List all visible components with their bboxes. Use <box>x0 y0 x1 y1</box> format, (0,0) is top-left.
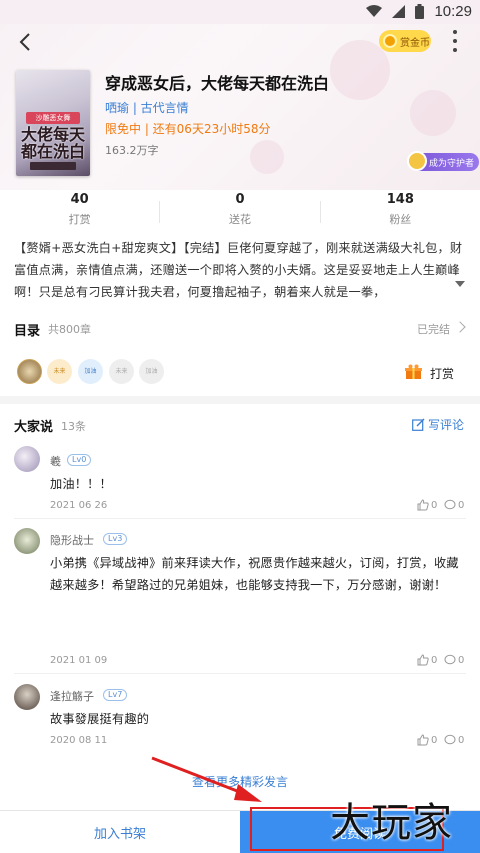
user-level-badge: Lv7 <box>103 689 128 701</box>
supporter-avatar[interactable] <box>17 359 42 384</box>
wifi-icon <box>366 5 383 17</box>
stat-value: 0 <box>235 192 245 207</box>
comment-bubble-icon <box>444 654 456 665</box>
reply-count: 0 <box>458 499 465 511</box>
book-stats: 40 打赏 0 送花 148 粉丝 <box>0 192 480 232</box>
expand-intro-icon[interactable] <box>455 281 465 287</box>
thumbs-up-icon <box>417 734 429 746</box>
become-guardian-button[interactable]: 成为守护者 <box>407 151 479 171</box>
comment-username[interactable]: 逢拉觞子 <box>50 688 94 704</box>
comments-header: 大家说 13条 写评论 <box>0 414 480 438</box>
like-button[interactable]: 0 <box>417 654 437 666</box>
like-count: 0 <box>431 734 438 746</box>
comment-text: 故事發展挺有趣的 <box>50 712 150 726</box>
battery-icon <box>415 4 425 19</box>
user-avatar[interactable] <box>14 528 40 554</box>
like-count: 0 <box>431 499 438 511</box>
section-separator <box>0 396 480 404</box>
comments-count: 13条 <box>61 420 86 433</box>
comment-bubble-icon <box>444 734 456 745</box>
book-title: 穿成恶女后，大佬每天都在洗白 <box>105 74 330 93</box>
supporter-avatar[interactable]: 未来 <box>47 359 72 384</box>
author-genre-link[interactable]: 哂瑜 | 古代言情 <box>105 99 189 116</box>
chevron-right-icon <box>454 321 466 333</box>
stat-value: 40 <box>70 192 89 207</box>
thumbs-up-icon <box>417 654 429 666</box>
reply-button[interactable]: 0 <box>444 654 464 666</box>
stat-label: 送花 <box>228 213 251 226</box>
coin-button[interactable]: 赏金币 <box>379 30 431 52</box>
user-avatar[interactable] <box>14 684 40 710</box>
book-intro[interactable]: 【赘婿+恶女洗白+甜宠爽文】【完结】巨佬何夏穿越了，刚来就送满级大礼包，财富值点… <box>14 237 466 303</box>
divider <box>14 518 466 519</box>
stat-label: 打赏 <box>68 213 91 226</box>
blossom-decoration <box>250 140 284 174</box>
status-bar: 10:29 <box>0 0 480 24</box>
user-level-badge: Lv0 <box>67 454 92 466</box>
blossom-decoration <box>330 40 390 100</box>
comments-title: 大家说 <box>14 420 54 435</box>
table-of-contents-row[interactable]: 目录 共800章 已完结 <box>0 314 480 344</box>
reply-count: 0 <box>458 654 465 666</box>
user-avatar[interactable] <box>14 446 40 472</box>
edit-icon <box>412 418 425 431</box>
cover-title: 大佬每天都在洗白 <box>20 125 85 161</box>
comment-text: 加油！！！ <box>50 477 112 491</box>
stat-flowers[interactable]: 0 送花 <box>160 192 319 232</box>
cover-tag: 沙雕恶女舞 <box>26 112 80 124</box>
coin-label: 赏金币 <box>400 37 430 49</box>
reply-button[interactable]: 0 <box>444 734 464 746</box>
watermark-logo: 大玩家 <box>330 800 453 846</box>
toc-status: 已完结 <box>417 323 450 336</box>
stat-tips[interactable]: 40 打赏 <box>0 192 159 232</box>
supporter-avatar[interactable]: 加油 <box>139 359 164 384</box>
thumbs-up-icon <box>417 499 429 511</box>
reply-count: 0 <box>458 734 465 746</box>
comment-username[interactable]: 隐形战士 <box>50 532 94 548</box>
signal-icon <box>392 5 406 18</box>
like-button[interactable]: 0 <box>417 499 437 511</box>
user-level-badge: Lv3 <box>103 533 128 545</box>
red-arrow-annotation <box>151 756 262 802</box>
more-vertical-icon[interactable] <box>446 28 464 54</box>
comment-bubble-icon <box>444 499 456 510</box>
write-comment-label: 写评论 <box>428 418 465 432</box>
supporters-row: 未来 加油 未来 加油 打赏 <box>0 354 480 390</box>
add-to-shelf-button[interactable]: 加入书架 <box>0 811 240 853</box>
divider <box>14 673 466 674</box>
free-limit-notice: 限免中 | 还有06天23小时58分 <box>105 122 271 136</box>
comment-date: 2021 06 26 <box>50 500 108 511</box>
tip-label[interactable]: 打赏 <box>430 365 454 382</box>
supporter-avatar[interactable]: 未来 <box>109 359 134 384</box>
comment-date: 2020 08 11 <box>50 735 108 746</box>
stat-value: 148 <box>386 192 414 207</box>
comment-username[interactable]: 羲 <box>50 453 61 469</box>
word-count: 163.2万字 <box>105 144 159 157</box>
stat-fans[interactable]: 148 粉丝 <box>321 192 480 232</box>
comment-text: 小弟携《异域战神》前来拜读大作，祝愿贵作越来越火，订阅，打赏，收藏越来越多！希望… <box>50 556 459 592</box>
stat-label: 粉丝 <box>389 213 412 226</box>
like-button[interactable]: 0 <box>417 734 437 746</box>
guardian-badge-icon <box>407 151 427 171</box>
gift-icon[interactable] <box>405 364 422 380</box>
toc-chapter-count: 共800章 <box>48 323 91 336</box>
coin-icon <box>383 34 397 48</box>
write-comment-button[interactable]: 写评论 <box>412 416 464 433</box>
toc-title: 目录 <box>14 324 41 339</box>
book-cover[interactable]: 沙雕恶女舞 大佬每天都在洗白 <box>16 70 90 176</box>
supporter-avatar[interactable]: 加油 <box>78 359 103 384</box>
reply-button[interactable]: 0 <box>444 499 464 511</box>
comment-date: 2021 01 09 <box>50 655 108 666</box>
like-count: 0 <box>431 654 438 666</box>
cover-subtitle-bar <box>30 162 76 170</box>
status-time: 10:29 <box>434 3 472 20</box>
blossom-decoration <box>410 90 456 136</box>
guardian-label: 成为守护者 <box>429 158 475 169</box>
back-arrow-icon[interactable] <box>14 30 38 54</box>
